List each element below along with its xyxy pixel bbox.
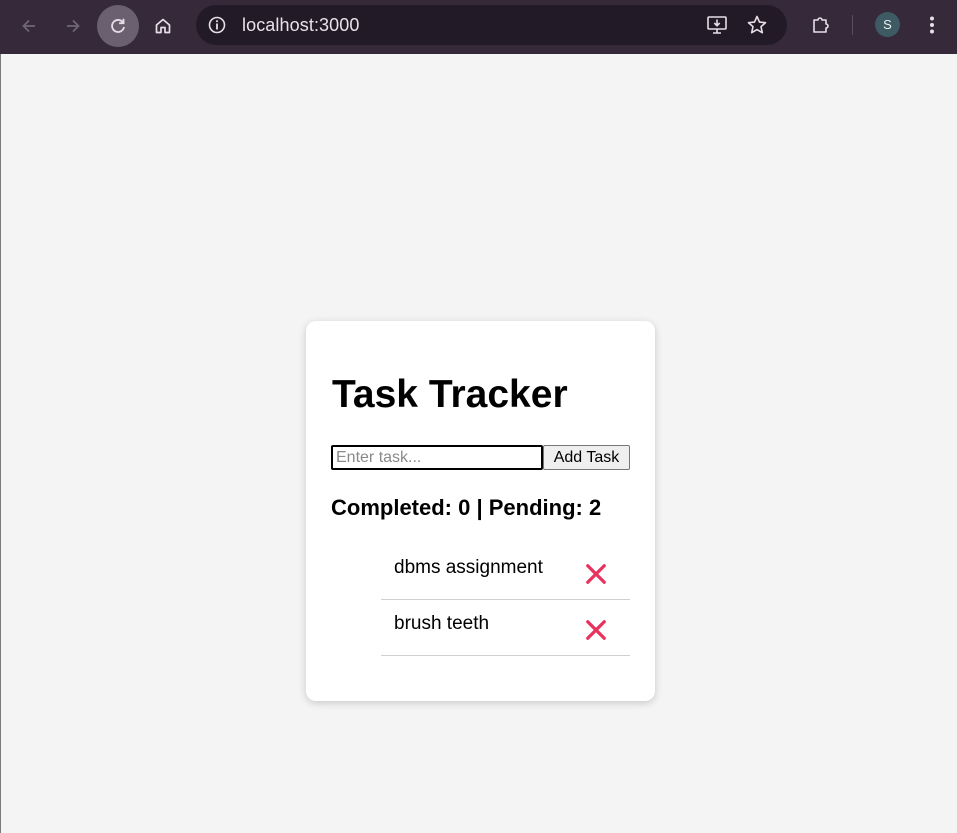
task-stats: Completed: 0 | Pending: 2	[331, 495, 602, 520]
task-tracker-card: Task Tracker Add Task Completed: 0 | Pen…	[306, 321, 655, 701]
close-x-icon	[586, 564, 606, 584]
task-text[interactable]: dbms assignment	[394, 557, 543, 579]
close-x-icon	[586, 620, 606, 640]
page-title: Task Tracker	[332, 373, 568, 416]
add-task-button[interactable]: Add Task	[543, 445, 630, 470]
forward-button[interactable]	[52, 5, 94, 47]
puzzle-icon[interactable]	[809, 13, 833, 37]
profile-avatar[interactable]: S	[875, 12, 900, 37]
home-button[interactable]	[142, 5, 184, 47]
back-arrow-icon	[22, 19, 35, 33]
browser-toolbar: localhost:3000 S	[0, 0, 957, 54]
forward-arrow-icon	[67, 19, 80, 33]
window-edge	[0, 54, 1, 833]
reload-button[interactable]	[97, 5, 139, 47]
task-text[interactable]: brush teeth	[394, 613, 489, 635]
reload-icon	[111, 18, 125, 33]
install-app-icon[interactable]	[705, 13, 729, 37]
info-icon[interactable]	[204, 13, 230, 37]
home-icon	[155, 18, 171, 34]
address-url[interactable]: localhost:3000	[242, 15, 360, 36]
kebab-menu-icon[interactable]	[920, 13, 944, 37]
task-item: dbms assignment	[381, 544, 630, 600]
address-bar[interactable]: localhost:3000	[196, 5, 787, 45]
task-item: brush teeth	[381, 600, 630, 656]
task-list: dbms assignment brush teeth	[381, 544, 630, 656]
delete-task-button[interactable]	[584, 618, 608, 642]
delete-task-button[interactable]	[584, 562, 608, 586]
toolbar-separator	[852, 15, 853, 35]
task-input[interactable]	[331, 445, 543, 470]
back-button[interactable]	[8, 5, 50, 47]
star-icon[interactable]	[745, 13, 769, 37]
